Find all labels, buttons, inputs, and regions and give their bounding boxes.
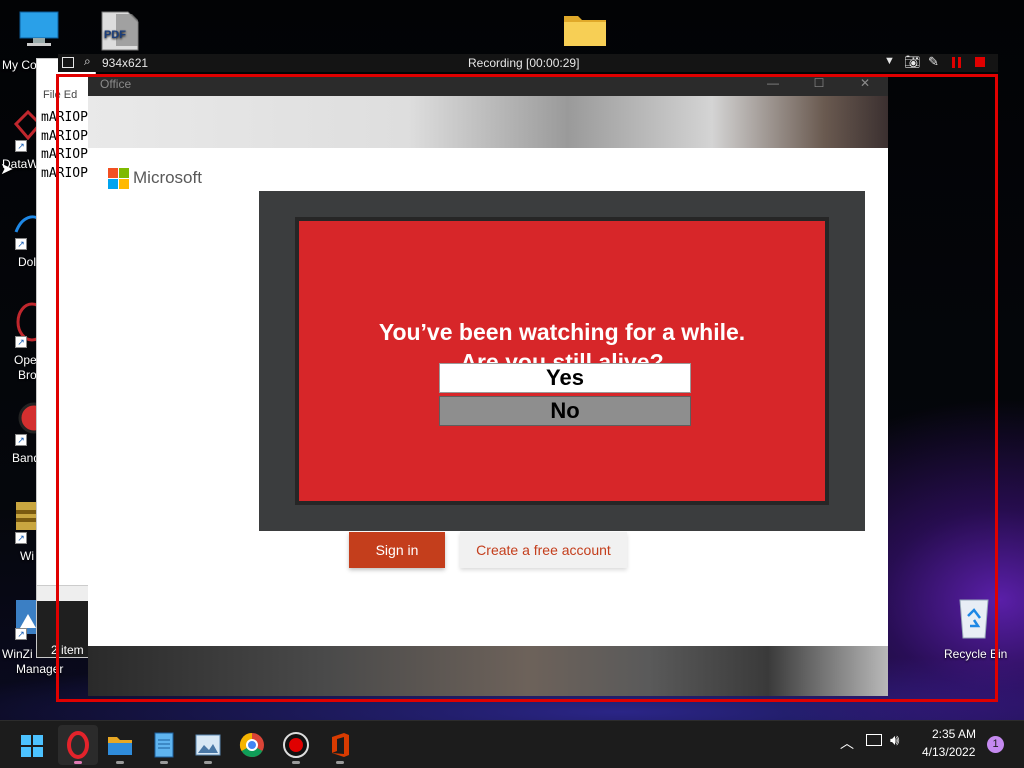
running-indicator xyxy=(116,761,124,764)
popup-screen-bezel: You’ve been watching for a while. Are yo… xyxy=(295,217,829,505)
winzip-label-line2: Manager xyxy=(16,662,64,676)
notepad-window[interactable]: File Ed mARIOP mARIOP mARIOP mARIOP 2 item xyxy=(36,58,96,658)
recording-size: 934x621 xyxy=(102,56,149,70)
office-icon[interactable] xyxy=(320,725,360,765)
dropdown-icon[interactable]: ▼ xyxy=(884,55,895,67)
chrome-icon[interactable] xyxy=(232,725,272,765)
pause-icon[interactable] xyxy=(952,57,961,68)
logo-square-green xyxy=(119,168,129,178)
office-window-title: Office xyxy=(100,77,132,91)
shortcut-arrow-icon: ↗ xyxy=(15,434,27,446)
my-computer-icon[interactable] xyxy=(16,10,62,52)
microsoft-brand-text: Microsoft xyxy=(133,168,202,187)
logo-square-red xyxy=(108,168,118,178)
background-photo-bottom xyxy=(88,646,888,696)
dolby-label: Dol xyxy=(18,255,37,269)
shortcut-arrow-icon: ↗ xyxy=(15,628,27,640)
start-icon[interactable] xyxy=(12,725,52,765)
photos-icon[interactable] xyxy=(188,725,228,765)
folder-icon[interactable] xyxy=(562,10,608,48)
create-free-account-button[interactable]: Create a free account xyxy=(460,532,627,568)
items-count: 2 item xyxy=(51,643,84,657)
popup-message-line1: You’ve been watching for a while. xyxy=(378,319,746,345)
network-icon[interactable] xyxy=(866,734,882,746)
opera-icon[interactable] xyxy=(58,725,98,765)
window-mode-icon[interactable] xyxy=(62,57,74,68)
close-icon[interactable]: ✕ xyxy=(842,74,888,96)
sign-in-button[interactable]: Sign in xyxy=(349,532,445,568)
clock-date[interactable]: 4/13/2022 xyxy=(922,745,975,759)
camera-icon[interactable]: 📷︎ xyxy=(904,54,921,70)
background-photo-top xyxy=(88,96,888,148)
opera-label-line2: Bro xyxy=(18,368,37,382)
pdf-file-icon[interactable]: PDF xyxy=(92,10,142,52)
recycle-bin-label: Recycle Bin xyxy=(944,647,1008,661)
microsoft-logo-icon xyxy=(108,168,129,189)
taskbar: ︿ 🔊︎ 2:35 AM 4/13/2022 1 xyxy=(0,720,1024,768)
running-indicator xyxy=(292,761,300,764)
notepad-menu[interactable]: File Ed xyxy=(43,89,77,101)
shortcut-arrow-icon: ↗ xyxy=(15,140,27,152)
shortcut-arrow-icon: ↗ xyxy=(15,532,27,544)
shortcut-arrow-icon: ↗ xyxy=(15,336,27,348)
no-button[interactable]: No xyxy=(439,396,691,426)
mouse-cursor-icon: ➤ xyxy=(0,161,14,178)
opera-label-line1: Ope xyxy=(14,353,37,367)
my-computer-label: My Co xyxy=(2,58,37,72)
notepad-line: mARIOP xyxy=(41,110,88,125)
logo-square-blue xyxy=(108,179,118,189)
notepad-line: mARIOP xyxy=(41,128,88,144)
recycle-bin-icon[interactable] xyxy=(954,596,994,640)
stop-icon[interactable] xyxy=(975,57,985,67)
winrar-label: Wi xyxy=(20,549,34,563)
recorder-toolbar[interactable]: ⌕ 934x621 Recording [00:00:29] ▼ 📷︎ ✎ xyxy=(58,54,998,72)
pdf-label: PDF xyxy=(104,29,126,41)
running-indicator xyxy=(204,761,212,764)
chevron-up-icon[interactable]: ︿ xyxy=(840,733,854,753)
notification-badge[interactable]: 1 xyxy=(987,736,1004,753)
popup-panel: You’ve been watching for a while. Are yo… xyxy=(299,221,825,501)
clock-time[interactable]: 2:35 AM xyxy=(932,727,976,741)
notepad-line: mARIOP xyxy=(41,147,88,162)
pencil-icon[interactable]: ✎ xyxy=(928,54,939,70)
volume-icon[interactable]: 🔊︎ xyxy=(890,732,899,749)
winzip-label-line1: WinZi xyxy=(2,647,33,661)
still-watching-popup: You’ve been watching for a while. Are yo… xyxy=(259,191,865,531)
active-indicator xyxy=(74,761,82,764)
bandicam-icon[interactable] xyxy=(276,725,316,765)
notepad-line: mARIOP xyxy=(41,165,88,181)
notepad-icon[interactable] xyxy=(144,725,184,765)
office-titlebar[interactable]: Office — ☐ ✕ xyxy=(88,74,888,96)
minimize-icon[interactable]: — xyxy=(750,74,796,96)
notepad-text[interactable]: mARIOP mARIOP mARIOP mARIOP xyxy=(41,109,88,183)
running-indicator xyxy=(160,761,168,764)
file-explorer-icon[interactable] xyxy=(100,725,140,765)
recording-status: Recording [00:00:29] xyxy=(468,56,580,70)
shortcut-arrow-icon: ↗ xyxy=(15,238,27,250)
running-indicator xyxy=(336,761,344,764)
maximize-icon[interactable]: ☐ xyxy=(796,74,842,96)
logo-square-yellow xyxy=(119,179,129,189)
yes-button[interactable]: Yes xyxy=(439,363,691,393)
search-icon[interactable]: ⌕ xyxy=(84,54,91,69)
